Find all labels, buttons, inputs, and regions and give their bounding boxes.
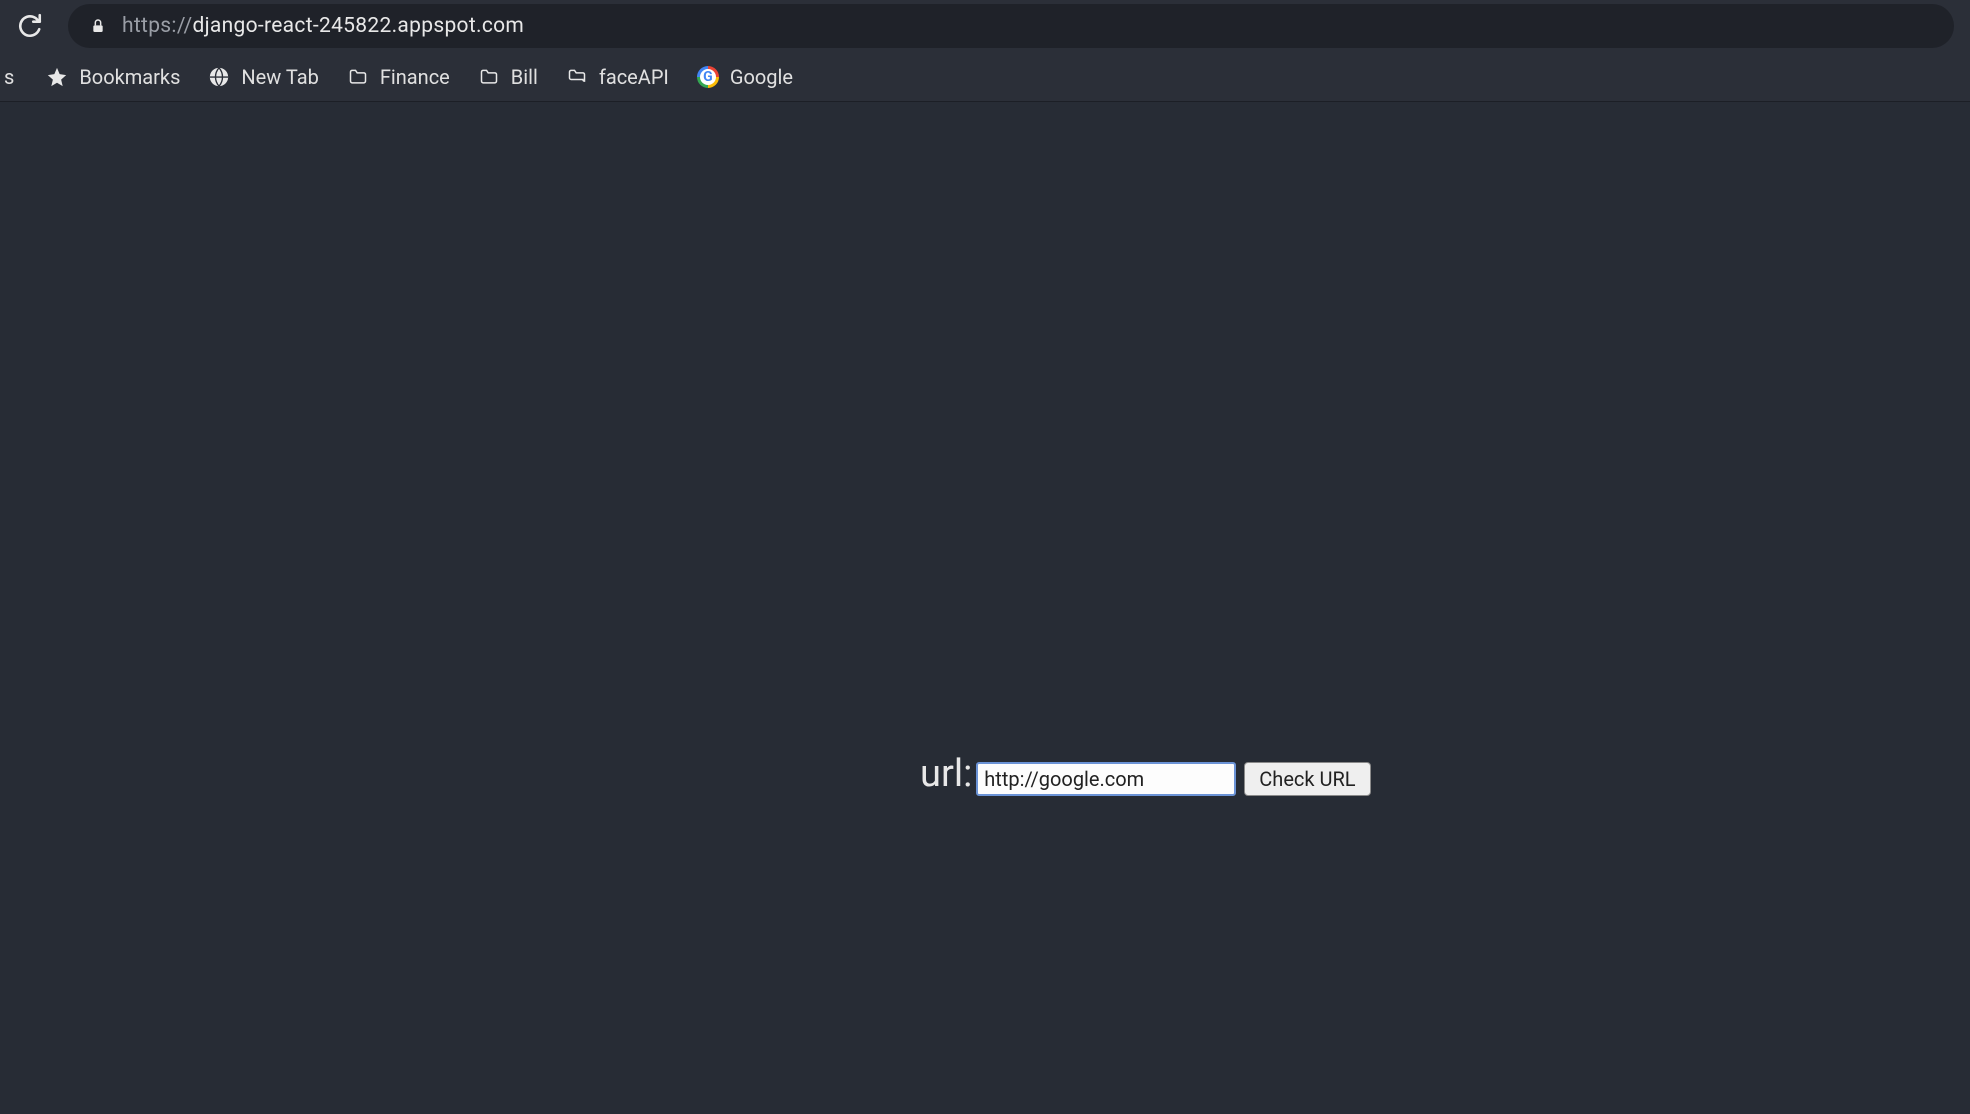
url-field-label: url: [920,752,972,796]
bookmark-label: Bookmarks [79,65,180,89]
bookmark-bill[interactable]: Bill [464,59,552,95]
page-content: url: Check URL [0,102,1970,1114]
url-protocol: https:// [122,14,192,38]
bookmarks-bar: s Bookmarks New Tab Finance [0,52,1970,102]
globe-icon [208,66,230,88]
bookmark-label: faceAPI [599,65,669,89]
reload-icon[interactable] [16,12,44,40]
lock-icon [88,16,108,36]
bookmark-google[interactable]: G Google [683,59,807,95]
bookmark-label: Google [730,65,793,89]
folder-icon [347,66,369,88]
star-icon [46,66,68,88]
address-bar[interactable]: https://django-react-245822.appspot.com [68,4,1954,48]
check-url-button[interactable]: Check URL [1244,762,1370,796]
google-icon: G [697,66,719,88]
url-input[interactable] [976,762,1236,796]
folder-icon [566,66,588,88]
folder-icon [478,66,500,88]
bookmark-label: Bill [511,65,538,89]
bookmark-bookmarks[interactable]: Bookmarks [32,59,194,95]
bookmark-finance[interactable]: Finance [333,59,464,95]
url-check-form: url: Check URL [920,752,1371,796]
truncated-bookmark-letter: s [4,65,14,89]
url-host: django-react-245822.appspot.com [192,14,524,38]
bookmark-label: New Tab [241,65,318,89]
browser-toolbar: https://django-react-245822.appspot.com [0,0,1970,52]
url-text: https://django-react-245822.appspot.com [122,14,524,38]
bookmark-newtab[interactable]: New Tab [194,59,332,95]
bookmark-faceapi[interactable]: faceAPI [552,59,683,95]
bookmark-label: Finance [380,65,450,89]
